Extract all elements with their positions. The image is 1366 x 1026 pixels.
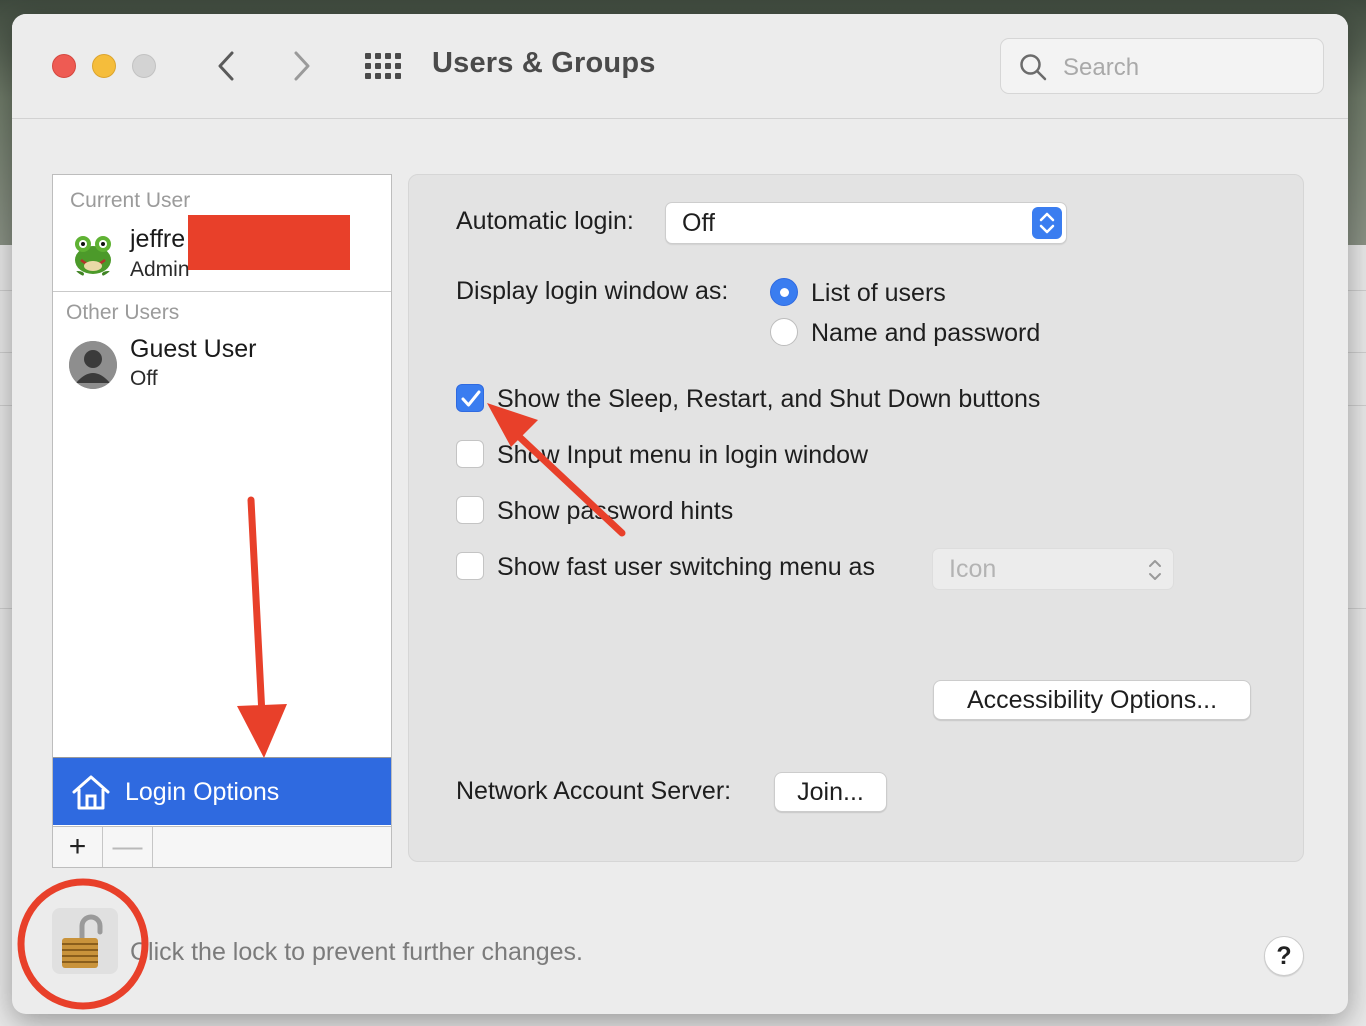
zoom-button[interactable] xyxy=(132,54,156,78)
section-divider xyxy=(53,291,391,292)
network-account-label: Network Account Server: xyxy=(456,777,732,805)
current-user-name: jeffre xyxy=(130,225,186,253)
minimize-button[interactable] xyxy=(92,54,116,78)
current-user-label: Current User xyxy=(70,189,191,212)
list-toolbar: + — xyxy=(53,826,391,867)
remove-user-button[interactable]: — xyxy=(103,827,153,867)
sleep-restart-checkbox[interactable] xyxy=(456,384,484,412)
list-of-users-radio[interactable] xyxy=(770,278,798,306)
guest-user-name: Guest User xyxy=(130,335,257,363)
password-hints-checkbox[interactable] xyxy=(456,496,484,524)
back-chevron-icon xyxy=(218,51,234,81)
add-user-button[interactable]: + xyxy=(53,827,103,867)
search-field[interactable]: Search xyxy=(1000,38,1324,94)
list-of-users-label: List of users xyxy=(811,279,946,307)
login-options-item[interactable]: Login Options xyxy=(53,757,391,825)
accessibility-options-button[interactable]: Accessibility Options... xyxy=(933,680,1251,720)
name-password-radio[interactable] xyxy=(770,318,798,346)
search-placeholder: Search xyxy=(1063,54,1140,81)
login-options-label: Login Options xyxy=(125,778,280,806)
stepper-icon xyxy=(1149,560,1161,580)
fast-switching-label: Show fast user switching menu as xyxy=(497,553,875,581)
close-button[interactable] xyxy=(52,54,76,78)
stepper-icon xyxy=(1032,207,1062,239)
display-login-label: Display login window as: xyxy=(456,277,729,305)
other-users-label: Other Users xyxy=(66,301,180,324)
name-password-label: Name and password xyxy=(811,319,1041,347)
users-list: Current User jeffre Admin Other Users Gu… xyxy=(52,174,392,868)
frog-avatar-icon xyxy=(72,236,114,277)
window-title: Users & Groups xyxy=(432,47,656,79)
current-user-role: Admin xyxy=(130,258,190,281)
users-groups-window: Users & Groups Search Current User jeffr… xyxy=(12,14,1348,1014)
fast-switching-checkbox[interactable] xyxy=(456,552,484,580)
help-button[interactable]: ? xyxy=(1264,936,1304,976)
input-menu-label: Show Input menu in login window xyxy=(497,441,869,469)
join-button[interactable]: Join... xyxy=(774,772,887,812)
automatic-login-select[interactable]: Off xyxy=(665,202,1067,244)
fast-switching-value: Icon xyxy=(949,555,997,583)
login-options-panel: Automatic login: Off Display login windo… xyxy=(408,174,1304,862)
checkmark-icon xyxy=(461,390,481,407)
automatic-login-label: Automatic login: xyxy=(456,207,634,235)
guest-user-status: Off xyxy=(130,367,158,390)
guest-avatar-icon xyxy=(69,341,117,389)
password-hints-label: Show password hints xyxy=(497,497,734,525)
grid-icon xyxy=(365,53,401,79)
lock-button[interactable] xyxy=(52,908,118,974)
sleep-restart-label: Show the Sleep, Restart, and Shut Down b… xyxy=(497,385,1041,413)
search-icon xyxy=(1020,54,1047,81)
lock-icon xyxy=(62,914,103,968)
fast-switching-select[interactable]: Icon xyxy=(932,548,1174,590)
show-all-button[interactable] xyxy=(362,48,406,84)
forward-chevron-icon xyxy=(294,51,310,81)
toolbar: Users & Groups Search xyxy=(12,14,1348,119)
redaction-box xyxy=(188,215,350,270)
house-icon xyxy=(72,775,110,810)
lock-status-text: Click the lock to prevent further change… xyxy=(130,938,584,966)
automatic-login-value: Off xyxy=(682,209,715,237)
forward-button[interactable] xyxy=(284,48,320,84)
input-menu-checkbox[interactable] xyxy=(456,440,484,468)
back-button[interactable] xyxy=(208,48,244,84)
